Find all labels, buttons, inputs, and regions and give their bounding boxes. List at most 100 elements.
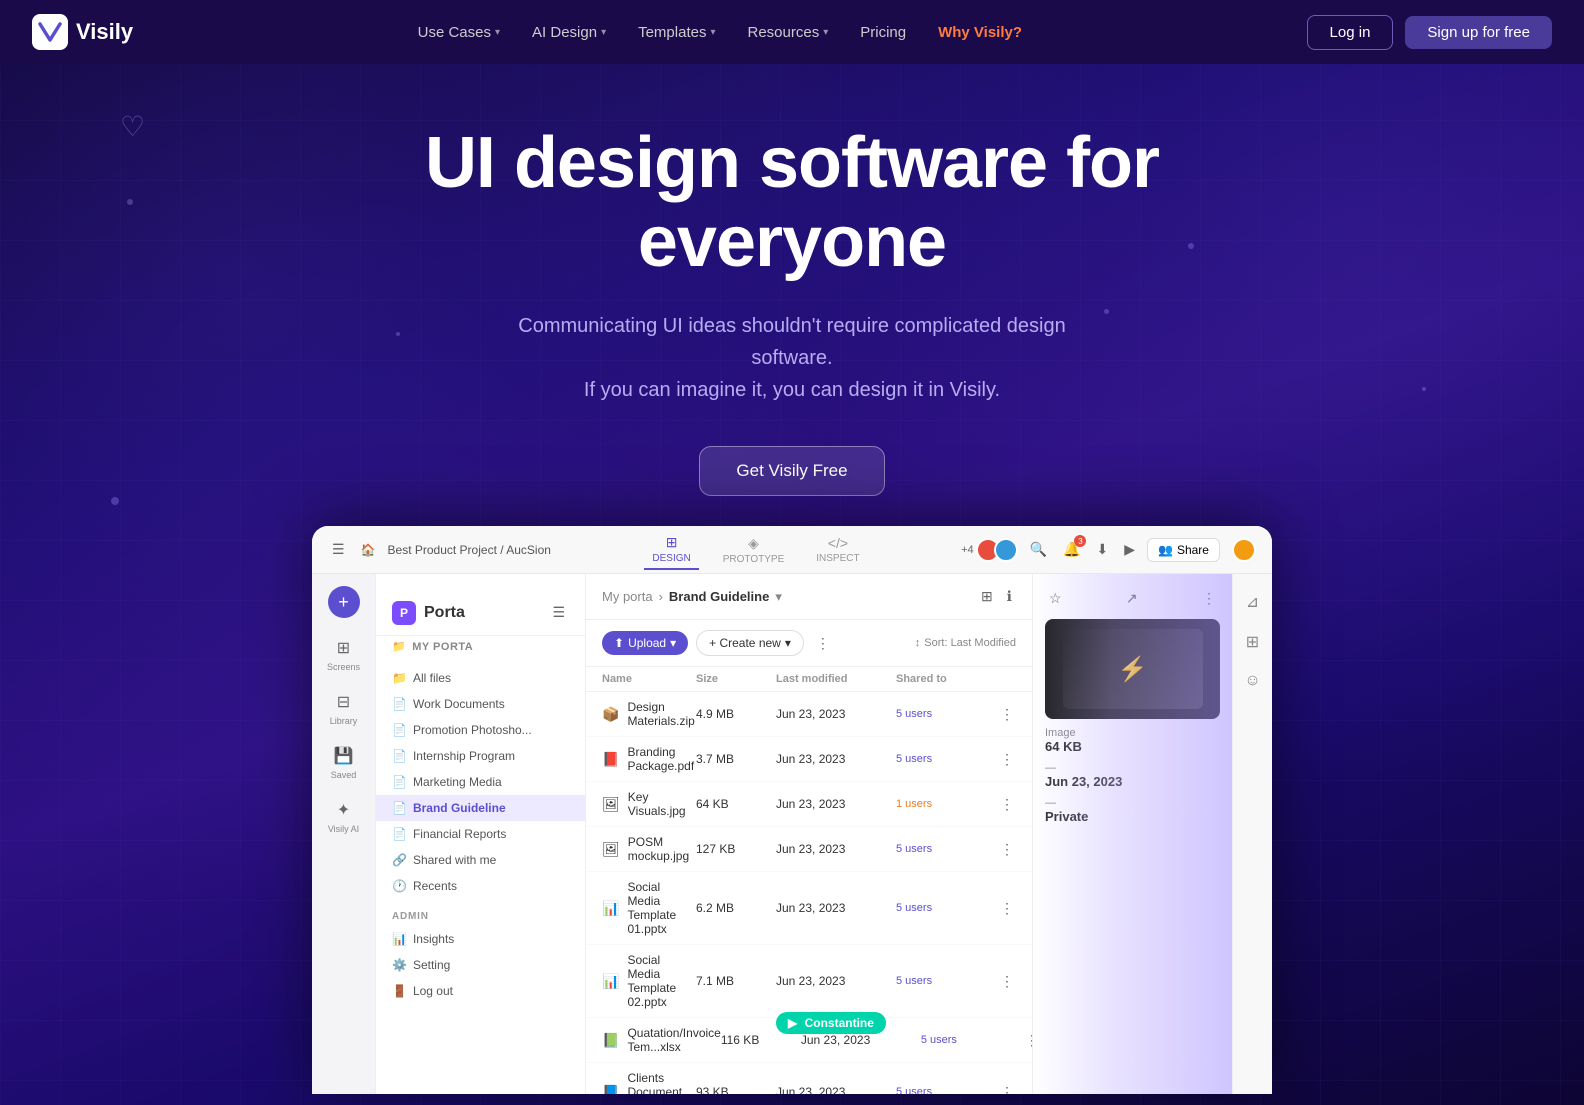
row-menu-icon[interactable]: ⋮ — [996, 1080, 1016, 1095]
sort-button[interactable]: ↕ Sort: Last Modified — [915, 637, 1016, 649]
create-new-button[interactable]: + Create new ▾ — [696, 630, 804, 656]
tab-inspect[interactable]: </> INSPECT — [808, 531, 867, 568]
row-menu-icon[interactable]: ⋮ — [1021, 1028, 1032, 1053]
dot — [1422, 387, 1426, 391]
sidebar-item-internship[interactable]: 📄 Internship Program — [376, 743, 585, 769]
toolbar-left: ☰ 🏠 Best Product Project / AucSion — [328, 537, 551, 562]
doc-icon: 📄 — [392, 801, 407, 815]
chevron-down-icon: ▾ — [785, 636, 791, 650]
chevron-down-icon: ▾ — [823, 27, 828, 38]
table-row[interactable]: 📦 Design Materials.zip 4.9 MB Jun 23, 20… — [586, 692, 1032, 737]
sort-icon: ↕ — [915, 637, 921, 649]
signup-button[interactable]: Sign up for free — [1405, 16, 1552, 49]
sidebar-visily-ai[interactable]: ✦ Visily AI — [318, 792, 370, 842]
sidebar-saved[interactable]: 💾 Saved — [318, 738, 370, 788]
folder-icon: 📁 — [392, 640, 406, 653]
table-row[interactable]: 🖼 Key Visuals.jpg 64 KB Jun 23, 2023 1 u… — [586, 782, 1032, 827]
logout-icon: 🚪 — [392, 984, 407, 998]
sidebar-item-shared[interactable]: 🔗 Shared with me — [376, 847, 585, 873]
sidebar-item-recents[interactable]: 🕐 Recents — [376, 873, 585, 899]
table-row[interactable]: 📊 Social Media Template 01.pptx 6.2 MB J… — [586, 872, 1032, 945]
notification-icon[interactable]: 🔔3 — [1059, 537, 1084, 562]
doc-icon: 📄 — [392, 723, 407, 737]
navbar: Visily Use Cases ▾ AI Design ▾ Templates… — [0, 0, 1584, 64]
nav-use-cases[interactable]: Use Cases ▾ — [404, 16, 514, 49]
nav-resources[interactable]: Resources ▾ — [734, 16, 843, 49]
download-icon[interactable]: ⬇ — [1092, 537, 1112, 562]
ai-icon: ✦ — [337, 800, 350, 820]
sidebar-item-brand-guideline[interactable]: 📄 Brand Guideline — [376, 795, 585, 821]
info-icon[interactable]: ℹ — [1003, 584, 1016, 609]
file-name: 📦 Design Materials.zip — [602, 700, 696, 728]
sidebar-item-work-docs[interactable]: 📄 Work Documents — [376, 691, 585, 717]
adjust-icon[interactable]: ⊿ — [1240, 586, 1265, 618]
doc-icon: 📄 — [392, 775, 407, 789]
content-area: My porta › Brand Guideline ▾ ⊞ ℹ — [586, 574, 1032, 1094]
sidebar-item-promotion[interactable]: 📄 Promotion Photosho... — [376, 717, 585, 743]
inspect-icon: </> — [828, 535, 848, 551]
sidebar-library[interactable]: ⊟ Library — [318, 684, 370, 734]
breadcrumb: My porta › Brand Guideline ▾ — [602, 589, 782, 605]
content-header: My porta › Brand Guideline ▾ ⊞ ℹ — [586, 574, 1032, 620]
table-row[interactable]: 📕 Branding Package.pdf 3.7 MB Jun 23, 20… — [586, 737, 1032, 782]
screens-icon: ⊞ — [337, 638, 350, 658]
add-screen-button[interactable]: + — [328, 586, 360, 618]
more-icon[interactable]: ⋮ — [1198, 586, 1220, 611]
panel-date-row: — Jun 23, 2023 — [1045, 762, 1220, 789]
share-icon: 🔗 — [392, 853, 407, 867]
table-row[interactable]: 📊 Social Media Template 02.pptx 7.1 MB J… — [586, 945, 1032, 1018]
brand-logo[interactable]: Visily — [32, 14, 133, 50]
more-options-icon[interactable]: ⋮ — [812, 631, 834, 656]
nav-why-visily[interactable]: Why Visily? — [924, 16, 1036, 49]
row-menu-icon[interactable]: ⋮ — [996, 969, 1016, 994]
cta-button[interactable]: Get Visily Free — [699, 446, 884, 496]
row-menu-icon[interactable]: ⋮ — [996, 747, 1016, 772]
file-name: 🖼 POSM mockup.jpg — [602, 835, 696, 863]
share-button[interactable]: 👥 Share — [1147, 538, 1220, 562]
sidebar-item-all-files[interactable]: 📁 All files — [376, 665, 585, 691]
menu-icon[interactable]: ☰ — [328, 537, 349, 562]
upload-button[interactable]: ⬆ Upload ▾ — [602, 631, 688, 655]
sidebar-item-logout[interactable]: 🚪 Log out — [376, 978, 585, 1004]
search-icon[interactable]: 🔍 — [1026, 537, 1051, 562]
sidebar-screens[interactable]: ⊞ Screens — [318, 630, 370, 680]
row-menu-icon[interactable]: ⋮ — [996, 792, 1016, 817]
row-menu-icon[interactable]: ⋮ — [996, 702, 1016, 727]
sidebar-item-setting[interactable]: ⚙️ Setting — [376, 952, 585, 978]
app-window: ☰ 🏠 Best Product Project / AucSion ⊞ DES… — [312, 526, 1272, 1094]
tab-design[interactable]: ⊞ DESIGN — [644, 530, 698, 570]
star-icon[interactable]: ☆ — [1045, 586, 1066, 611]
doc-icon: 📄 — [392, 827, 407, 841]
sidebar-item-marketing[interactable]: 📄 Marketing Media — [376, 769, 585, 795]
user-avatar[interactable] — [1232, 538, 1256, 562]
emoji-icon[interactable]: ☺ — [1238, 666, 1266, 696]
saved-icon: 💾 — [334, 746, 354, 766]
sidebar-item-financial[interactable]: 📄 Financial Reports — [376, 821, 585, 847]
sidebar-item-insights[interactable]: 📊 Insights — [376, 926, 585, 952]
panel-image: ⚡ — [1045, 619, 1220, 719]
cursor-badge: ▶ Constantine — [776, 1012, 886, 1034]
nav-pricing[interactable]: Pricing — [846, 16, 920, 49]
chevron-down-icon: ▾ — [670, 636, 676, 650]
play-icon[interactable]: ▶ — [1120, 537, 1139, 562]
hamburger-icon[interactable]: ☰ — [548, 600, 569, 625]
docx-icon: 📘 — [602, 1084, 619, 1095]
doc-icon: 📄 — [392, 749, 407, 763]
nav-templates[interactable]: Templates ▾ — [624, 16, 729, 49]
row-menu-icon[interactable]: ⋮ — [996, 896, 1016, 921]
tab-prototype[interactable]: ◈ PROTOTYPE — [715, 531, 793, 569]
table-row[interactable]: 📘 Clients Document Te...docx 93 KB Jun 2… — [586, 1063, 1032, 1094]
my-porta-section: 📁 MY PORTA — [376, 636, 585, 665]
nav-ai-design[interactable]: AI Design ▾ — [518, 16, 620, 49]
layers-icon[interactable]: ⊞ — [1240, 626, 1265, 658]
chevron-down-icon: ▾ — [710, 27, 715, 38]
row-menu-icon[interactable]: ⋮ — [996, 837, 1016, 862]
login-button[interactable]: Log in — [1307, 15, 1394, 50]
share-icon: 👥 — [1158, 543, 1173, 557]
file-name: 🖼 Key Visuals.jpg — [602, 790, 696, 818]
share-icon[interactable]: ↗ — [1122, 586, 1142, 611]
table-row[interactable]: 🖼 POSM mockup.jpg 127 KB Jun 23, 2023 5 … — [586, 827, 1032, 872]
grid-view-icon[interactable]: ⊞ — [977, 584, 997, 609]
toolbar-center: ⊞ DESIGN ◈ PROTOTYPE </> INSPECT — [644, 530, 867, 570]
pdf-icon: 📕 — [602, 751, 619, 768]
